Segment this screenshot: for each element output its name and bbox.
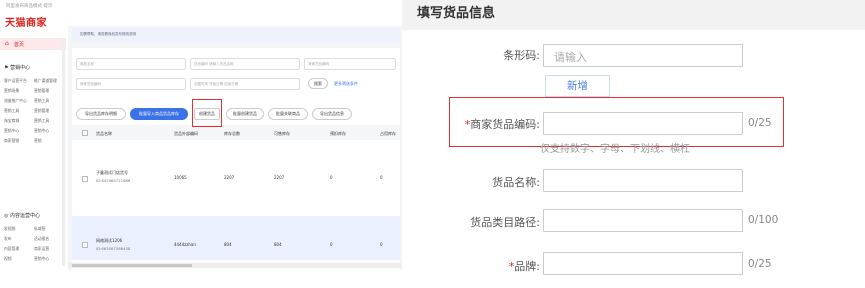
export-inventory-button[interactable]: 导出货品库存明细 (76, 108, 126, 120)
sidebar-subitem[interactable]: 营销工具 (34, 118, 49, 124)
batch-create-button[interactable]: 批量创建货品 (226, 108, 264, 120)
main-content: 如需帮助，请查看商品发布规则说明 商品名称 货品编码 请输入货品名称 商家货品编… (68, 26, 402, 270)
select-all-checkbox[interactable] (82, 130, 88, 136)
category-path-counter: 0/100 (748, 214, 779, 226)
brand-counter: 0/25 (748, 258, 772, 270)
highlight-create-button (192, 99, 222, 127)
sidebar-subitem[interactable]: 商家营销 (4, 138, 19, 144)
sidebar-subitem[interactable]: 推广渠道管理 (34, 78, 57, 84)
sidebar-subitem[interactable]: 发布 (4, 236, 12, 242)
page-title: 填写货品信息 (417, 6, 496, 21)
row-checkbox[interactable] (82, 176, 88, 182)
sidebar-section-marketing[interactable]: ⚑ 营销中心 (4, 64, 30, 71)
action-bar: 导出货品库存明细 批量导入商品货品库存 创建货品 批量创建货品 批量关联商品 导… (72, 103, 400, 125)
notice-bar: 如需帮助，请查看商品发布规则说明 (72, 28, 400, 42)
right-form-panel: 填写货品信息 条形码: 请输入 新增 *商家货品编码: 0/25 仅支持数字、字… (402, 0, 865, 288)
add-barcode-button[interactable]: 新增 (545, 75, 610, 97)
sidebar: ⌂ 首页 ⚑ 营销中心 客户运营平台 营销场景 流量推广中心 营销工具 淘宝商城 营销中心… (0, 38, 66, 270)
table-header: 货品名称 货品外部编码 库存总数 可售库存 预扣库存 占用库存 (72, 126, 400, 140)
sidebar-subitem[interactable]: 流量推广中心 (4, 98, 27, 104)
sidebar-section-content[interactable]: ◎ 内容运营中心 (4, 212, 40, 219)
sidebar-item-label: 首页 (14, 42, 25, 48)
tmall-merchant-logo: 天猫商家 (5, 18, 47, 29)
scrollbar-thumb[interactable] (72, 264, 192, 267)
sidebar-subitem[interactable]: 商家运营 (34, 246, 49, 252)
sidebar-subitem[interactable]: 营销工具 (34, 98, 49, 104)
filter-input[interactable]: 商品名称 (76, 58, 186, 70)
horizontal-scrollbar[interactable] (68, 263, 402, 268)
merchant-code-hint: 仅支持数字、字母、下划线、横杠 (540, 144, 690, 155)
merchant-code-input[interactable] (543, 112, 743, 135)
brand-label: *品牌: (508, 260, 540, 273)
goods-table: 货品名称 货品外部编码 库存总数 可售库存 预扣库存 占用库存 子童测试门店货号… (72, 126, 400, 270)
barcode-input[interactable]: 请输入 (543, 44, 743, 67)
date-range-input[interactable]: 创建时间 开始日期 结束日期 (190, 78, 300, 90)
sidebar-subitem[interactable]: 淘宝商城 (4, 118, 19, 124)
sidebar-subitem[interactable]: 私域营 (34, 226, 45, 232)
row-checkbox[interactable] (82, 242, 88, 248)
goods-name-input[interactable] (543, 169, 743, 192)
filter-input[interactable]: 商家货品编码 (304, 58, 396, 70)
sidebar-subitem[interactable]: 发视频 (4, 226, 15, 232)
category-path-label: 货品类目路径: (470, 216, 540, 229)
barcode-label: 条形码: (503, 49, 540, 62)
content-icon: ◎ (4, 213, 9, 219)
home-icon: ⌂ (5, 40, 9, 47)
merchant-code-label: *商家货品编码: (464, 118, 540, 131)
sidebar-subitem[interactable]: 营销 (34, 138, 42, 144)
sidebar-subitem[interactable]: 营销中心 (34, 256, 49, 262)
sidebar-subitem[interactable]: 营销中心 (34, 128, 49, 134)
filter-input[interactable]: 货品编码 请输入货品名称 (190, 58, 300, 70)
sidebar-subitem[interactable]: 活动报名 (34, 236, 49, 242)
sidebar-subitem[interactable]: 客户运营平台 (4, 78, 27, 84)
sidebar-subitem[interactable]: 营销场景 (4, 88, 19, 94)
export-goods-info-button[interactable]: 导出货品信息 (312, 108, 352, 120)
merchant-code-counter: 0/25 (748, 117, 772, 129)
left-screenshot-panel: 阿里发布商品模式 提示 天猫商家 ⌂ 首页 ⚑ 营销中心 客户运营平台 营销场景流… (0, 0, 402, 270)
sidebar-subitem[interactable]: 营销管理 (34, 108, 49, 114)
brand-input[interactable] (543, 252, 743, 275)
sidebar-scrollbar[interactable] (62, 38, 65, 266)
batch-link-button[interactable]: 批量关联商品 (268, 108, 308, 120)
sidebar-item-home[interactable]: ⌂ 首页 (0, 38, 66, 50)
search-button[interactable]: 搜索 (308, 78, 328, 89)
table-row[interactable]: 子童测试门店货号 ID:643965721686 10065 2207 2207… (72, 158, 400, 202)
category-path-input[interactable] (543, 209, 743, 232)
filter-input[interactable]: 商家货品编码 (76, 78, 186, 90)
sidebar-subitem[interactable]: 营销中心 (4, 128, 19, 134)
sidebar-subitem[interactable]: 营销工具 (4, 108, 19, 114)
sidebar-subitem[interactable]: 营销管理 (34, 88, 49, 94)
batch-import-button[interactable]: 批量导入商品货品库存 (130, 108, 188, 120)
table-row[interactable]: 网络测试1206 ID:663087586458 4444zzhan 804 8… (72, 216, 400, 260)
sidebar-subitem[interactable]: 视频 (4, 256, 12, 262)
breadcrumb: 阿里发布商品模式 提示 (6, 4, 53, 9)
form-header: 填写货品信息 (402, 0, 865, 30)
sidebar-subitem[interactable]: 内容管理 (4, 246, 19, 252)
more-filters-link[interactable]: 更多筛选条件 (334, 81, 358, 87)
goods-name-label: 货品名称: (492, 176, 540, 189)
flag-icon: ⚑ (4, 65, 9, 71)
